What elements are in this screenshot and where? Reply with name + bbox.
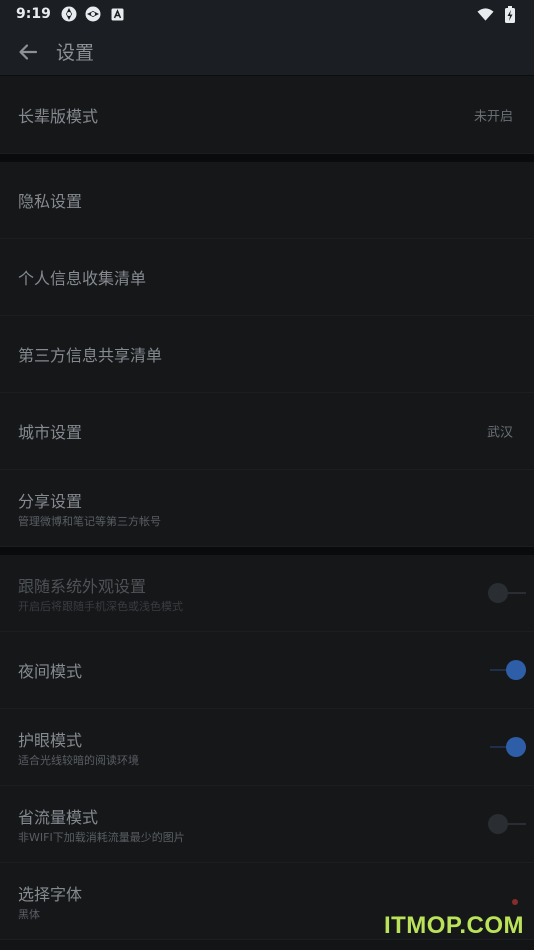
elder-mode-item[interactable]: 长辈版模式 未开启	[0, 76, 534, 154]
page-title: 设置	[56, 42, 95, 64]
eye-care-mode-subtitle: 适合光线较暗的阅读环境	[18, 753, 139, 767]
eye-care-mode-item[interactable]: 护眼模式 适合光线较暗的阅读环境	[0, 709, 534, 786]
personal-info-list-item[interactable]: 个人信息收集清单	[0, 239, 534, 316]
app-notification-icon	[85, 6, 102, 23]
personal-info-list-label: 个人信息收集清单	[18, 269, 147, 288]
follow-system-appearance-subtitle: 开启后将跟随手机深色或浅色模式	[18, 599, 183, 613]
city-settings-value: 武汉	[486, 425, 513, 441]
font-select-label: 选择字体	[18, 884, 83, 904]
app-notification-icon	[61, 6, 78, 23]
follow-system-toggle[interactable]	[488, 583, 526, 603]
app-bar: 设置	[0, 28, 534, 76]
text-notification-icon	[109, 6, 126, 23]
privacy-settings-label: 隐私设置	[18, 192, 83, 211]
share-settings-label: 分享设置	[18, 491, 83, 511]
follow-system-appearance-item[interactable]: 跟随系统外观设置 开启后将跟随手机深色或浅色模式	[0, 555, 534, 632]
eye-care-toggle[interactable]	[488, 737, 526, 757]
elder-mode-value: 未开启	[473, 109, 513, 124]
data-saver-subtitle: 非WIFI下加载消耗流量最少的图片	[18, 830, 185, 844]
data-saver-item[interactable]: 省流量模式 非WIFI下加载消耗流量最少的图片	[0, 786, 534, 863]
share-settings-item[interactable]: 分享设置 管理微博和笔记等第三方帐号	[0, 470, 534, 547]
status-time: 9:19	[16, 6, 51, 22]
data-saver-toggle[interactable]	[488, 814, 526, 834]
section-divider	[0, 154, 534, 162]
third-party-sharing-item[interactable]: 第三方信息共享清单	[0, 316, 534, 393]
watermark: ITMOP.COM	[383, 912, 524, 939]
city-settings-label: 城市设置	[18, 423, 83, 442]
night-mode-toggle[interactable]	[488, 660, 526, 680]
third-party-sharing-label: 第三方信息共享清单	[18, 346, 163, 365]
privacy-settings-item[interactable]: 隐私设置	[0, 162, 534, 239]
share-settings-subtitle: 管理微博和笔记等第三方帐号	[18, 514, 161, 528]
night-mode-item[interactable]: 夜间模式	[0, 632, 534, 709]
back-arrow-icon[interactable]	[16, 40, 40, 64]
follow-system-appearance-label: 跟随系统外观设置	[18, 576, 147, 596]
city-settings-item[interactable]: 城市设置 武汉	[0, 393, 534, 470]
battery-charging-icon	[501, 5, 518, 23]
section-divider	[0, 547, 534, 555]
new-badge-dot	[512, 899, 518, 905]
data-saver-label: 省流量模式	[18, 807, 99, 827]
wifi-icon	[477, 6, 494, 23]
eye-care-mode-label: 护眼模式	[18, 730, 83, 750]
elder-mode-label: 长辈版模式	[18, 106, 99, 126]
status-bar: 9:19	[0, 0, 534, 28]
night-mode-label: 夜间模式	[18, 662, 83, 681]
